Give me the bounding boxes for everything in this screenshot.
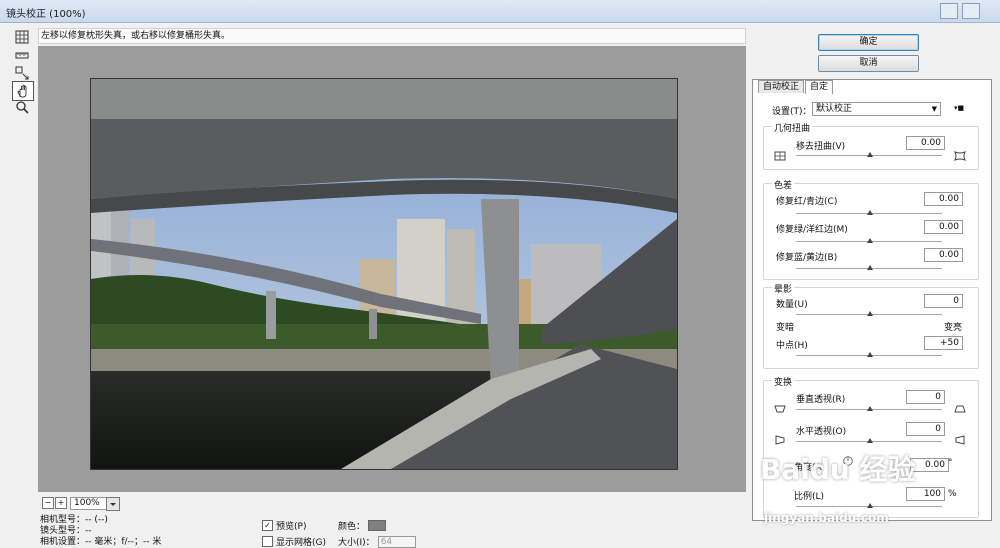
horizontal-perspective-right-icon	[954, 435, 966, 445]
zoom-in-button[interactable]: +	[55, 497, 67, 509]
scale-thumb[interactable]	[867, 503, 873, 508]
transform-title: 变换	[772, 375, 795, 388]
pincushion-icon	[774, 151, 786, 161]
grid-option[interactable]: 显示网格(G)	[262, 535, 326, 548]
panel-tabs: 自动校正 自定	[758, 80, 834, 94]
remove-distortion-field[interactable]: 0.00	[906, 136, 945, 150]
settings-menu-icon[interactable]: ▾■	[954, 104, 964, 112]
amount-label: 数量(U)	[776, 300, 808, 310]
scale-unit: %	[948, 489, 957, 499]
blue-yellow-thumb[interactable]	[867, 265, 873, 270]
blue-yellow-label: 修复蓝/黄边(B)	[776, 253, 838, 263]
vertical-perspective-left-icon	[774, 404, 786, 414]
camera-model: 相机型号：-- (--)	[40, 515, 108, 525]
darken-label: 变暗	[776, 323, 795, 333]
remove-distortion-label: 移去扭曲(V)	[796, 142, 846, 152]
color-label: 颜色：	[338, 522, 366, 532]
camera-settings: 相机设置：-- 毫米；f/--；-- 米	[40, 537, 162, 547]
angle-unit: °	[948, 458, 953, 468]
settings-value: 默认校正	[816, 104, 853, 114]
remove-distortion-thumb[interactable]	[867, 152, 873, 157]
preview-checkbox[interactable]: ✓	[262, 520, 273, 531]
chevron-down-icon	[110, 503, 116, 506]
remove-distortion-tool-icon[interactable]	[12, 28, 32, 46]
zoom-tool-icon[interactable]	[12, 98, 32, 116]
hint-bar: 左移以修复枕形失真，或右移以修复桶形失真。	[38, 28, 746, 44]
close-button[interactable]	[962, 3, 980, 19]
move-grid-tool-icon[interactable]	[12, 64, 32, 82]
vertical-perspective-thumb[interactable]	[867, 406, 873, 411]
green-magenta-label: 修复绿/洋红边(M)	[776, 225, 848, 235]
horizontal-perspective-thumb[interactable]	[867, 438, 873, 443]
preview-label: 预览(P)	[276, 522, 307, 532]
grid-size-field[interactable]: 64	[377, 535, 416, 548]
preview-canvas[interactable]	[38, 46, 746, 492]
preview-image	[90, 78, 678, 470]
title-bar: 镜头校正 (100%)	[0, 0, 1000, 23]
green-magenta-field[interactable]: 0.00	[924, 220, 963, 234]
zoom-level-field[interactable]: 100%	[70, 497, 111, 510]
barrel-icon	[953, 151, 967, 161]
show-grid-label: 显示网格(G)	[276, 538, 326, 548]
scale-field[interactable]: 100	[906, 487, 945, 501]
zoom-dropdown-button[interactable]	[106, 497, 120, 511]
amount-thumb[interactable]	[867, 311, 873, 316]
straighten-tool-icon[interactable]	[12, 46, 32, 64]
amount-field[interactable]: 0	[924, 294, 963, 308]
window-title: 镜头校正 (100%)	[6, 9, 86, 20]
vignette-title: 晕影	[772, 282, 795, 295]
cancel-button[interactable]: 取消	[818, 55, 919, 72]
camera-info: 相机型号：-- (--) 镜头型号：-- 相机设置：-- 毫米；f/--；-- …	[40, 515, 161, 548]
preview-option[interactable]: ✓ 预览(P)	[262, 519, 306, 532]
settings-label: 设置(T)：	[772, 107, 812, 117]
tab-auto-correction[interactable]: 自动校正	[758, 80, 805, 93]
geometric-title: 几何扭曲	[772, 121, 813, 134]
horizontal-perspective-label: 水平透视(O)	[796, 427, 847, 437]
zoom-out-button[interactable]: −	[42, 497, 54, 509]
midpoint-thumb[interactable]	[867, 352, 873, 357]
tab-custom[interactable]: 自定	[805, 80, 834, 94]
midpoint-field[interactable]: +50	[924, 336, 963, 350]
lighten-label: 变亮	[944, 323, 963, 333]
red-cyan-thumb[interactable]	[867, 210, 873, 215]
grid-size-option: 大小(I)： 64	[338, 535, 416, 548]
vertical-perspective-field[interactable]: 0	[906, 390, 945, 404]
lens-model: 镜头型号：--	[40, 526, 92, 536]
size-label: 大小(I)：	[338, 538, 375, 548]
vertical-perspective-label: 垂直透视(R)	[796, 395, 846, 405]
vertical-perspective-right-icon	[954, 404, 966, 414]
ok-button[interactable]: 确定	[818, 34, 919, 51]
midpoint-label: 中点(H)	[776, 341, 808, 351]
horizontal-perspective-field[interactable]: 0	[906, 422, 945, 436]
grid-color-swatch[interactable]	[368, 520, 387, 531]
maximize-button[interactable]	[940, 3, 958, 19]
scale-label: 比例(L)	[794, 492, 825, 502]
chevron-down-icon: ▼	[931, 105, 937, 113]
chromatic-title: 色差	[772, 178, 795, 191]
blue-yellow-field[interactable]: 0.00	[924, 248, 963, 262]
color-option: 颜色：	[338, 519, 387, 532]
green-magenta-thumb[interactable]	[867, 238, 873, 243]
show-grid-checkbox[interactable]	[262, 536, 273, 547]
watermark-logo: Baidu 经验	[760, 453, 916, 486]
red-cyan-label: 修复红/青边(C)	[776, 197, 838, 207]
watermark-url: jingyan.baidu.com	[764, 511, 889, 525]
horizontal-perspective-left-icon	[774, 435, 786, 445]
red-cyan-field[interactable]: 0.00	[924, 192, 963, 206]
settings-select[interactable]: 默认校正 ▼	[812, 102, 941, 116]
